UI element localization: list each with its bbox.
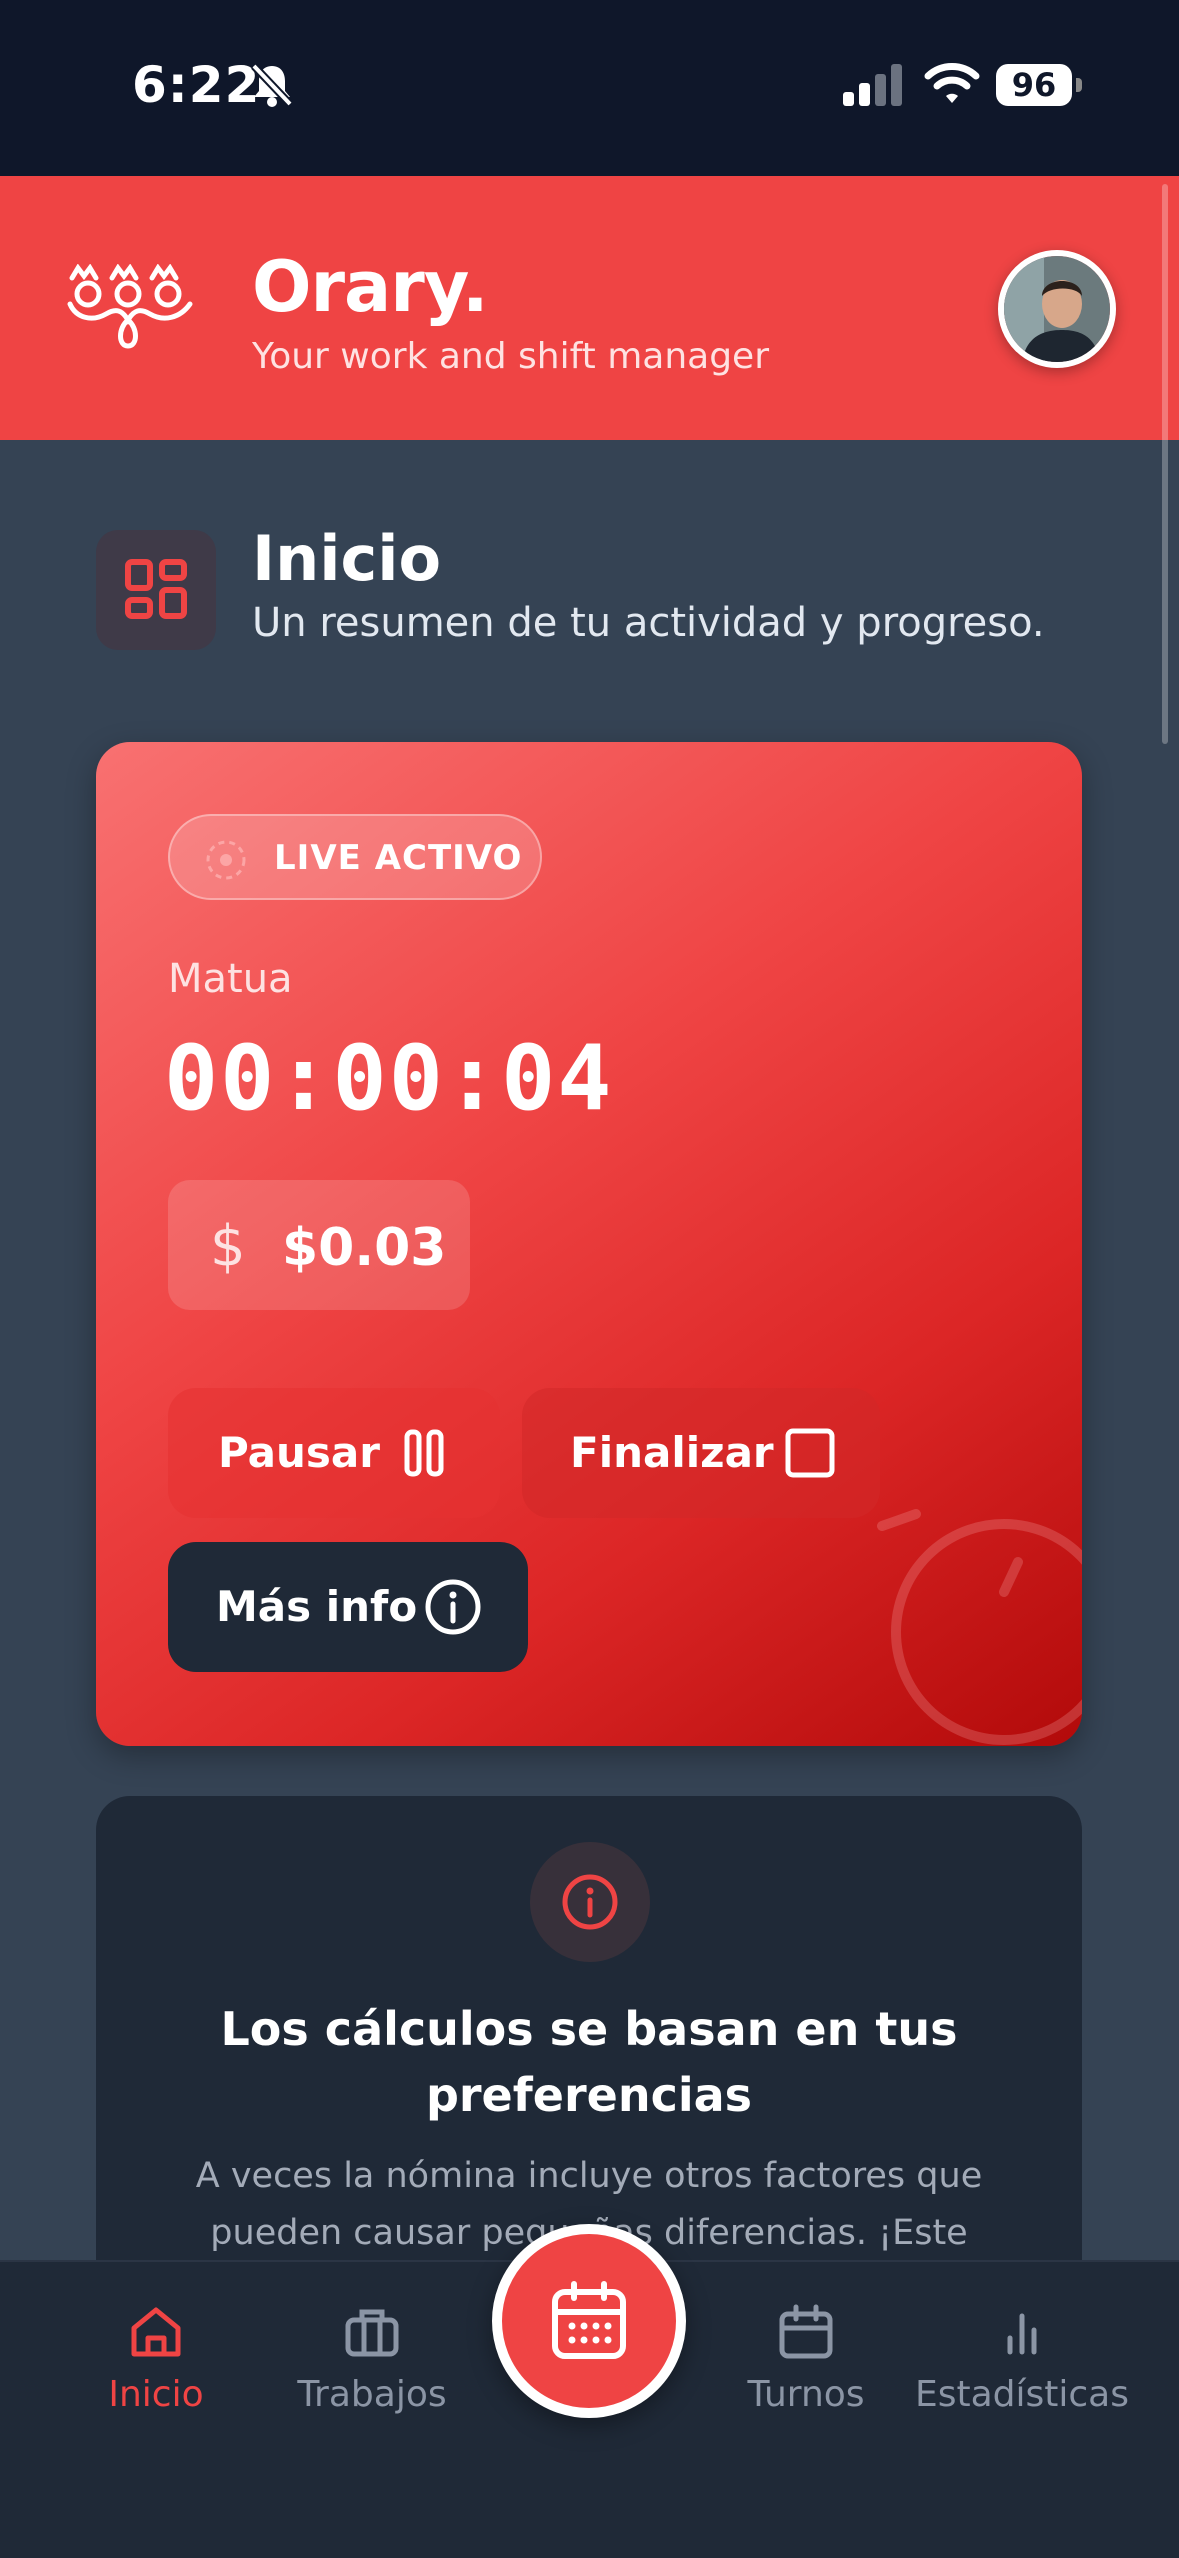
- pause-button-label: Pausar: [218, 1428, 380, 1477]
- more-info-button[interactable]: Más info: [168, 1542, 528, 1672]
- cellular-signal-icon: [843, 64, 902, 106]
- avatar[interactable]: [998, 250, 1116, 368]
- page-subtitle: Un resumen de tu actividad y progreso.: [252, 600, 1045, 646]
- nav-item-inicio[interactable]: Inicio: [46, 2302, 266, 2452]
- finish-button[interactable]: Finalizar: [522, 1388, 880, 1518]
- nav-item-turnos[interactable]: Turnos: [696, 2302, 916, 2452]
- dashboard-icon-box: [96, 530, 216, 650]
- nav-label-trabajos: Trabajos: [297, 2374, 447, 2415]
- live-session-card: LIVE ACTIVO Matua 00:00:04 $ $0.03 Pausa…: [96, 742, 1082, 1746]
- pause-icon: [404, 1429, 444, 1477]
- live-indicator-icon: [206, 840, 246, 880]
- earnings-value: $0.03: [282, 1218, 447, 1278]
- battery-tip: [1076, 78, 1082, 92]
- more-info-button-label: Más info: [216, 1582, 418, 1631]
- pause-button[interactable]: Pausar: [168, 1388, 500, 1518]
- bell-muted-icon: [251, 63, 293, 107]
- bar-chart-icon: [1007, 2313, 1037, 2355]
- brand-tagline: Your work and shift manager: [252, 336, 770, 377]
- stopwatch-icon: [877, 1509, 1082, 1745]
- briefcase-icon: [345, 2309, 399, 2357]
- info-icon: [425, 1579, 481, 1635]
- nav-label-turnos: Turnos: [747, 2374, 865, 2415]
- elapsed-timer: 00:00:04: [164, 1026, 614, 1131]
- battery-indicator: 96: [996, 64, 1072, 106]
- dollar-icon: $: [210, 1214, 246, 1279]
- info-card-title: Los cálculos se basan en tus preferencia…: [220, 2002, 958, 2122]
- job-name: Matua: [168, 956, 293, 1002]
- info-icon: [562, 1874, 618, 1930]
- nav-label-estadisticas: Estadísticas: [914, 2374, 1129, 2415]
- logo-icon: [67, 264, 193, 349]
- status-time: 6:22: [132, 56, 261, 114]
- finish-button-label: Finalizar: [570, 1428, 774, 1477]
- live-badge-label: LIVE ACTIVO: [274, 838, 523, 878]
- calendar-icon: [552, 2281, 626, 2359]
- calendar-fab-button[interactable]: [492, 2224, 686, 2418]
- home-icon: [131, 2307, 181, 2357]
- nav-label-inicio: Inicio: [108, 2374, 204, 2415]
- dashboard-icon: [125, 559, 187, 619]
- brand-name: Orary.: [252, 246, 489, 328]
- wifi-icon: [924, 63, 980, 103]
- page-title: Inicio: [252, 522, 442, 595]
- earnings-box: $ $0.03: [168, 1180, 470, 1310]
- scroll-indicator[interactable]: [1162, 184, 1168, 744]
- nav-item-trabajos[interactable]: Trabajos: [262, 2302, 482, 2452]
- avatar-photo: [1004, 256, 1110, 362]
- calendar-icon: [779, 2304, 833, 2359]
- info-icon-badge: [530, 1842, 650, 1962]
- status-bar: 6:22 96: [0, 0, 1179, 176]
- app-header: Orary. Your work and shift manager: [0, 176, 1179, 440]
- live-status-badge: LIVE ACTIVO: [168, 814, 542, 900]
- stop-icon: [785, 1428, 835, 1478]
- nav-item-estadisticas[interactable]: Estadísticas: [912, 2302, 1132, 2452]
